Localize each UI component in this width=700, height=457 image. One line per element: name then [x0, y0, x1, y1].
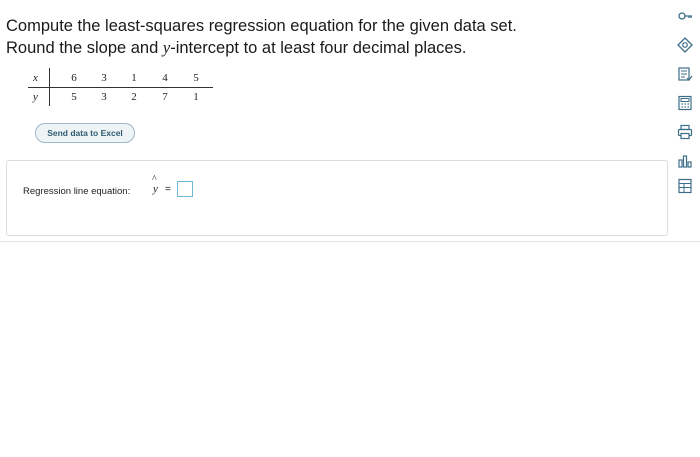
y-header: y	[33, 91, 38, 103]
question-line-2-b: -intercept to at least four decimal plac…	[170, 39, 467, 57]
calculator-icon[interactable]	[675, 93, 695, 113]
y-value: 3	[101, 91, 107, 103]
question-line-1: Compute the least-squares regression equ…	[6, 17, 517, 35]
x-value: 3	[101, 72, 107, 84]
chart-icon[interactable]	[675, 151, 695, 171]
y-value: 5	[71, 91, 77, 103]
hat-icon: ^	[152, 174, 157, 185]
y-hat-symbol: ^ y	[152, 174, 158, 195]
x-value: 4	[162, 72, 168, 84]
table-divider-horizontal	[28, 87, 213, 88]
target-icon[interactable]	[675, 35, 695, 55]
x-header: x	[33, 72, 38, 84]
y-value: 1	[193, 91, 199, 103]
answer-panel: Regression line equation: ^ y =	[6, 160, 668, 236]
key-icon[interactable]	[675, 6, 695, 26]
regression-label: Regression line equation:	[23, 186, 131, 197]
question-line-2-a: Round the slope and	[6, 39, 163, 57]
y-value: 7	[162, 91, 168, 103]
answer-input[interactable]	[177, 181, 193, 197]
y-value: 2	[131, 91, 137, 103]
checklist-icon[interactable]	[675, 64, 695, 84]
question-text: Compute the least-squares regression equ…	[6, 16, 646, 59]
page-divider	[0, 241, 700, 242]
table-icon[interactable]	[675, 176, 695, 196]
equals-sign: =	[165, 184, 171, 195]
print-icon[interactable]	[675, 122, 695, 142]
x-value: 1	[131, 72, 137, 84]
x-value: 5	[193, 72, 199, 84]
x-value: 6	[71, 72, 77, 84]
send-to-excel-button[interactable]: Send data to Excel	[35, 123, 135, 143]
question-line-2: Round the slope and y-intercept to at le…	[6, 37, 646, 59]
